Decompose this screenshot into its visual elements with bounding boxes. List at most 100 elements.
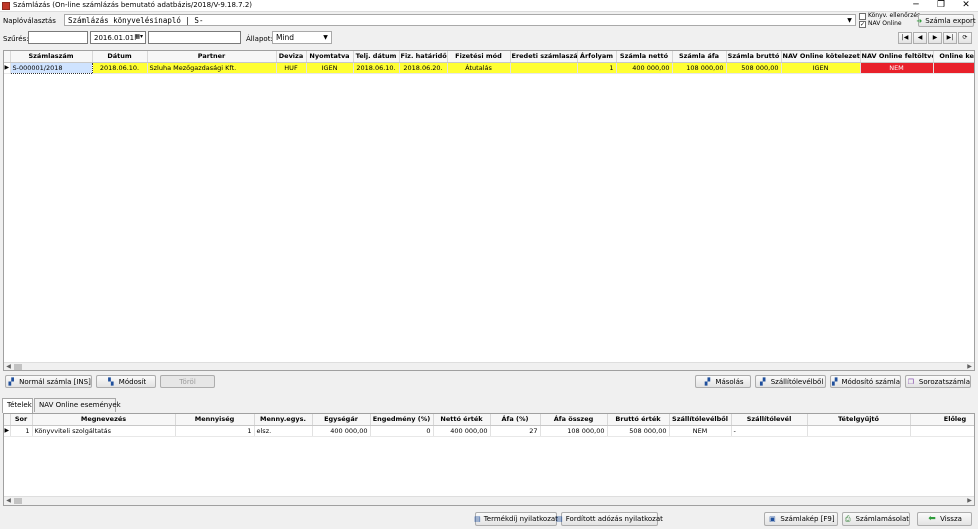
series-invoice-button[interactable]: ❐ Sorozatszámla: [905, 375, 971, 388]
filter-text2-input[interactable]: [148, 31, 241, 44]
column-header[interactable]: Partner: [147, 51, 277, 63]
cell-arfolyam[interactable]: 1: [577, 62, 617, 74]
export-button[interactable]: ➜ Számla export: [916, 14, 976, 27]
cell-afa-osszeg[interactable]: 108 000,00: [540, 425, 608, 437]
cell-sor[interactable]: 1: [10, 425, 33, 437]
close-button[interactable]: ✕: [955, 0, 977, 12]
tab-nav-online-events[interactable]: NAV Online események: [34, 398, 121, 412]
filter-date-input[interactable]: 2016.01.01. ▦▾: [90, 31, 146, 44]
column-header[interactable]: Megnevezés: [32, 414, 176, 426]
modify-button[interactable]: ▚ Módosít: [96, 375, 156, 388]
copy-button[interactable]: ▞ Másolás: [695, 375, 751, 388]
items-grid-scrollbar[interactable]: ◀ ▶: [4, 496, 974, 505]
column-header[interactable]: Bruttó érték: [607, 414, 670, 426]
prev-record-button[interactable]: ◀: [913, 32, 927, 44]
column-header[interactable]: Nettó érték: [433, 414, 491, 426]
column-header[interactable]: Szállítólevélből: [669, 414, 732, 426]
column-header[interactable]: Telj. dátum: [353, 51, 400, 63]
column-header[interactable]: Mennyiség: [175, 414, 255, 426]
cell-partner[interactable]: Szluha Mezőgazdasági Kft.: [147, 62, 277, 74]
cell-nav-feltoltve[interactable]: NEM: [860, 62, 934, 74]
cell-engedmeny[interactable]: 0: [370, 425, 434, 437]
modifying-invoice-button[interactable]: ▞ Módosító számla: [830, 375, 901, 388]
table-row[interactable]: ▶ S-000001/2018 2018.06.10. Szluha Mezőg…: [4, 61, 974, 74]
tab-tetelek[interactable]: Tételek: [2, 398, 33, 413]
refresh-button[interactable]: ⟳: [958, 32, 972, 44]
status-select[interactable]: Mind ▼: [272, 31, 332, 44]
cell-afa[interactable]: 108 000,00: [672, 62, 727, 74]
normal-invoice-button[interactable]: ▞ Normál számla [INS]: [5, 375, 92, 388]
column-header[interactable]: Tételgyűjtő: [807, 414, 911, 426]
cell-deviza[interactable]: HUF: [276, 62, 307, 74]
column-header[interactable]: Menny.egys.: [254, 414, 313, 426]
last-record-button[interactable]: ▶|: [943, 32, 957, 44]
column-header[interactable]: Engedmény (%): [370, 414, 434, 426]
konyv-ellenorzes-checkbox[interactable]: [859, 13, 866, 20]
column-header[interactable]: Számla áfa: [672, 51, 727, 63]
cell-nav-kotelezett[interactable]: IGEN: [781, 62, 861, 74]
filter-text-input[interactable]: [28, 31, 88, 44]
cell-eloleg[interactable]: [910, 425, 974, 437]
cell-netto-ertek[interactable]: 400 000,00: [433, 425, 491, 437]
first-record-button[interactable]: |◀: [898, 32, 912, 44]
scroll-thumb[interactable]: [14, 364, 22, 370]
minimize-button[interactable]: ─: [905, 0, 927, 12]
cell-menny-egys[interactable]: elsz.: [254, 425, 313, 437]
column-header[interactable]: Online kezzel fe: [933, 51, 974, 63]
product-fee-declaration-button[interactable]: ▤ Termékdíj nyilatkozat: [474, 512, 558, 526]
cell-mennyiseg[interactable]: 1: [175, 425, 255, 437]
table-row[interactable]: ▶ 1 Könyvviteli szolgáltatás 1 elsz. 400…: [4, 425, 974, 437]
cell-fizetesi-mod[interactable]: Átutalás: [447, 62, 511, 74]
column-header[interactable]: Számla bruttó: [726, 51, 782, 63]
back-button[interactable]: ⬅ Vissza: [917, 512, 972, 526]
column-header[interactable]: Fiz. határidő: [399, 51, 448, 63]
delete-button[interactable]: Töröl: [160, 375, 215, 388]
cell-szamlaszam[interactable]: S-000001/2018: [9, 61, 93, 74]
invoice-copy-button[interactable]: ⎙ Számlamásolat: [842, 512, 910, 526]
nav-online-checkbox[interactable]: ✓: [859, 21, 866, 28]
cell-szallitolevelbol[interactable]: NEM: [669, 425, 732, 437]
invoice-grid-scrollbar[interactable]: ◀ ▶: [4, 362, 974, 370]
items-grid[interactable]: Sor Megnevezés Mennyiség Menny.egys. Egy…: [3, 413, 975, 506]
scroll-left-icon[interactable]: ◀: [4, 363, 13, 370]
column-header[interactable]: Eredeti számlaszám: [510, 51, 578, 63]
scroll-left-icon[interactable]: ◀: [4, 497, 13, 505]
column-header[interactable]: Áfa (%): [490, 414, 541, 426]
column-header[interactable]: Fizetési mód: [447, 51, 511, 63]
cell-szallitolevel[interactable]: -: [731, 425, 808, 437]
cell-online-kezzel[interactable]: [933, 62, 974, 74]
cell-datum[interactable]: 2018.06.10.: [92, 62, 148, 74]
cell-tetelgyujto[interactable]: [807, 425, 911, 437]
journal-select[interactable]: Számlázás könyvelésinapló | S- ▼: [64, 14, 856, 26]
column-header[interactable]: Előleg: [910, 414, 974, 426]
next-record-button[interactable]: ▶: [928, 32, 942, 44]
reverse-charge-declaration-button[interactable]: ▤ Fordított adózás nyilatkozat: [556, 512, 663, 526]
cell-afa-pct[interactable]: 27: [490, 425, 541, 437]
column-header[interactable]: Árfolyam: [577, 51, 617, 63]
from-delivery-note-button[interactable]: ▞ Szállítólevélből: [755, 375, 826, 388]
scroll-right-icon[interactable]: ▶: [965, 363, 974, 370]
column-header[interactable]: Nyomtatva: [306, 51, 354, 63]
invoice-grid[interactable]: Számlaszám Dátum Partner Deviza Nyomtatv…: [3, 50, 975, 371]
cell-eredeti-szamlaszam[interactable]: [510, 62, 578, 74]
cell-nyomtatva[interactable]: IGEN: [306, 62, 354, 74]
column-header[interactable]: Dátum: [92, 51, 148, 63]
column-header[interactable]: Számla nettó: [616, 51, 673, 63]
restore-button[interactable]: ❐: [930, 0, 952, 12]
scroll-thumb[interactable]: [14, 498, 22, 504]
column-header[interactable]: Áfa összeg: [540, 414, 608, 426]
invoice-image-button[interactable]: ▣ Számlakép [F9]: [764, 512, 838, 526]
cell-netto[interactable]: 400 000,00: [616, 62, 673, 74]
column-header[interactable]: Számlaszám: [10, 51, 93, 63]
column-header[interactable]: Deviza: [276, 51, 307, 63]
cell-telj-datum[interactable]: 2018.06.10.: [353, 62, 400, 74]
cell-brutto-ertek[interactable]: 508 000,00: [607, 425, 670, 437]
column-header[interactable]: NAV Online kötelezett: [781, 51, 861, 63]
column-header[interactable]: Egységár: [312, 414, 371, 426]
column-header[interactable]: NAV Online feltöltve: [860, 51, 934, 63]
column-header[interactable]: Szállítólevél: [731, 414, 808, 426]
cell-megnevezes[interactable]: Könyvviteli szolgáltatás: [32, 425, 176, 437]
cell-egysegar[interactable]: 400 000,00: [312, 425, 371, 437]
cell-brutto[interactable]: 508 000,00: [726, 62, 782, 74]
cell-fiz-hatarido[interactable]: 2018.06.20.: [399, 62, 448, 74]
